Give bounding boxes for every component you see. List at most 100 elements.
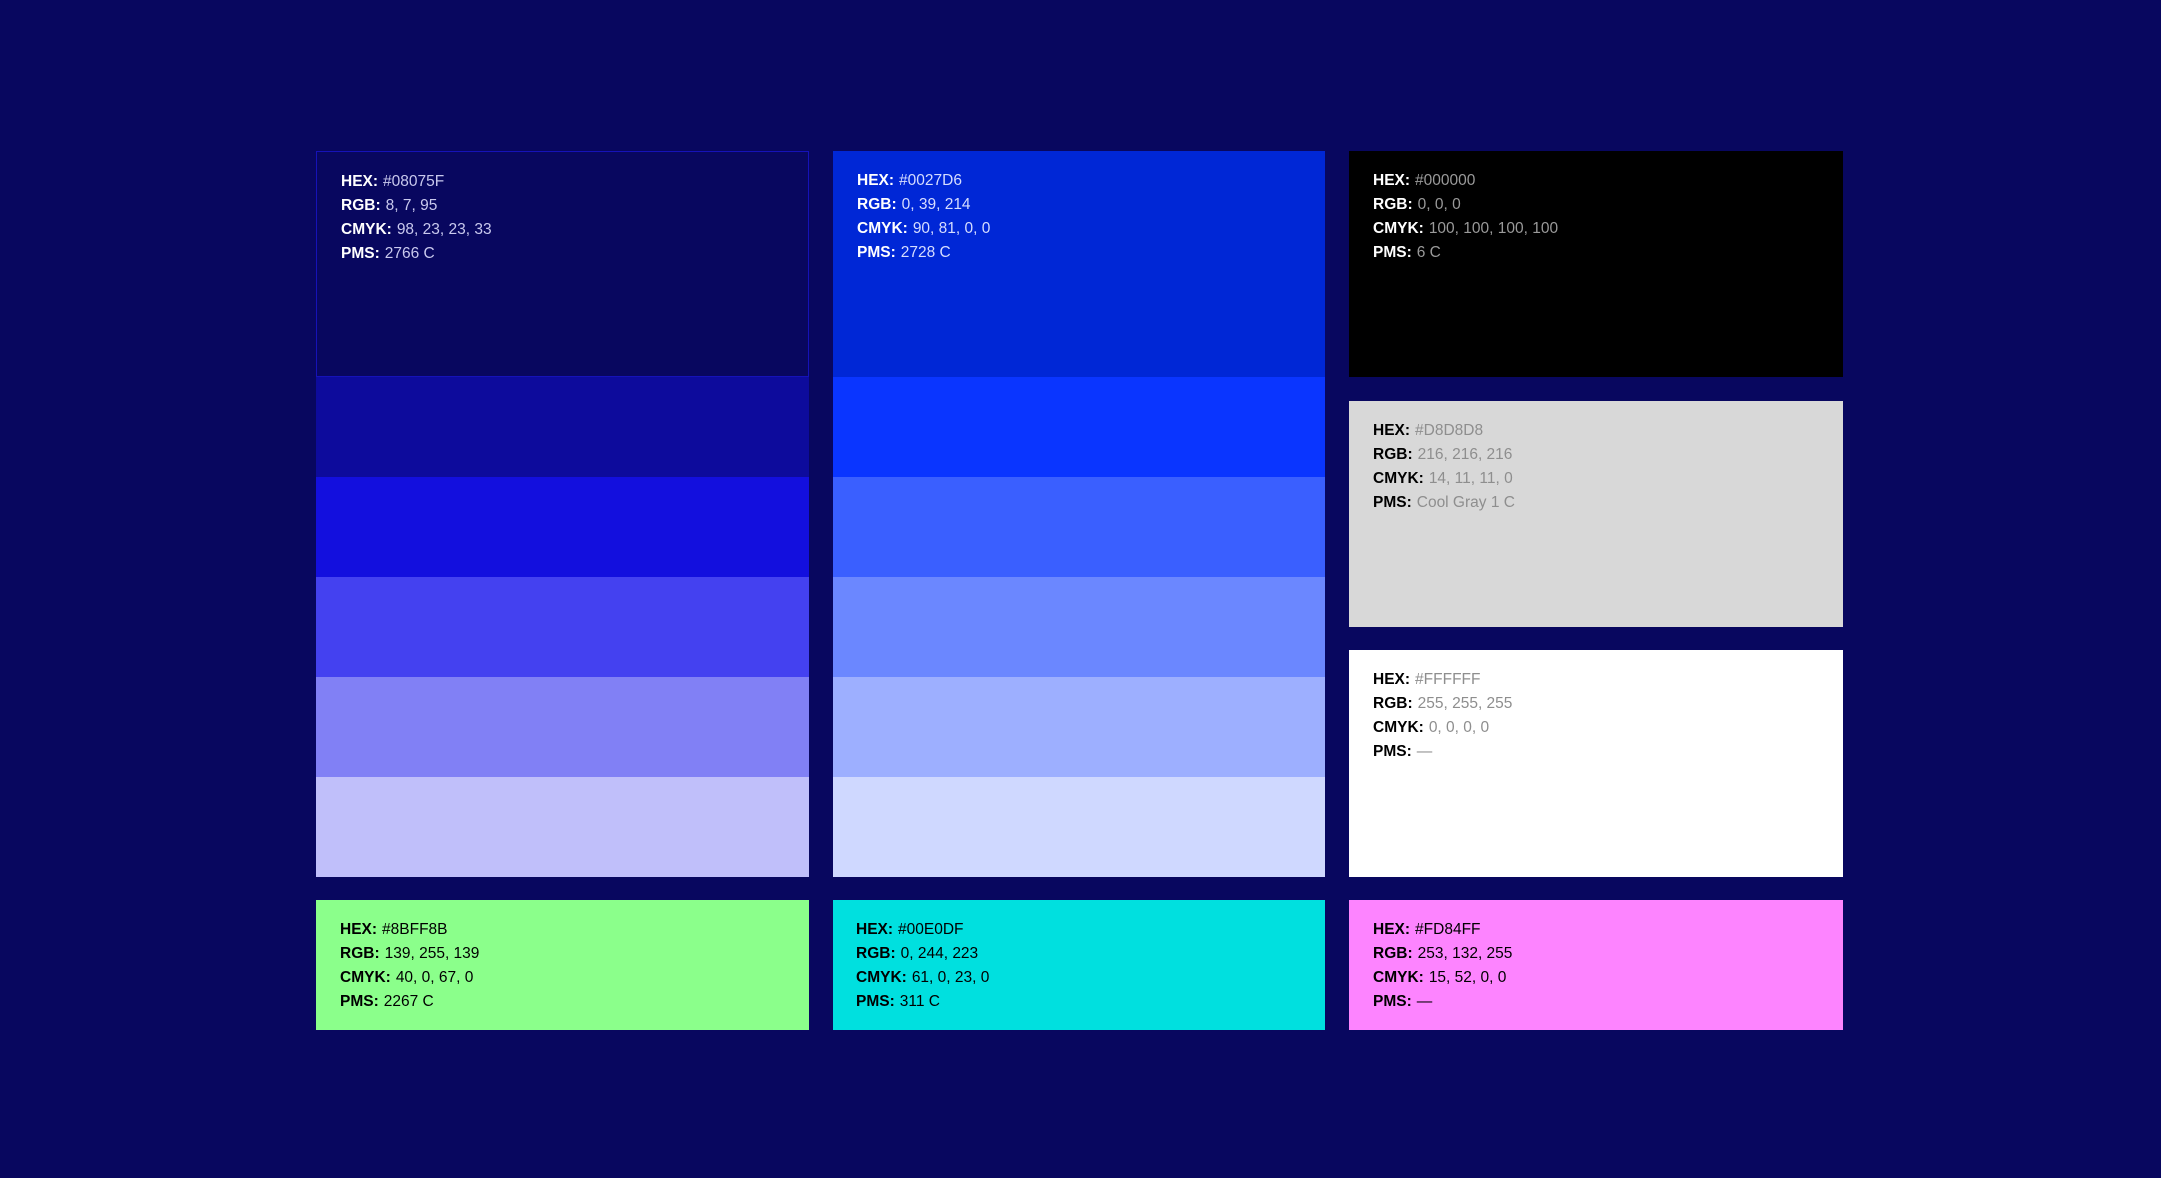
- rgb-value: 0, 39, 214: [901, 196, 971, 213]
- navy-tint-5: [316, 777, 809, 877]
- rgb-value: 8, 7, 95: [385, 197, 438, 214]
- swatch-cyan-info: HEX: #00E0DF RGB: 0, 244, 223 CMYK: 61, 0, …: [856, 918, 989, 1014]
- cmyk-value: 100, 100, 100, 100: [1428, 220, 1559, 237]
- swatch-navy-info: HEX: #08075F RGB: 8, 7, 95 CMYK: 98, 23, 23…: [341, 170, 492, 266]
- navy-tint-4: [316, 677, 809, 777]
- blue-tints: [833, 377, 1325, 877]
- blue-tint-3: [833, 577, 1325, 677]
- hex-label: HEX:: [857, 172, 895, 189]
- rgb-value: 139, 255, 139: [384, 945, 480, 962]
- cmyk-label: CMYK:: [856, 969, 907, 986]
- rgb-row: RGB: 8, 7, 95: [341, 194, 492, 218]
- swatch-black: HEX: #000000 RGB: 0, 0, 0 CMYK: 100, 100, 1…: [1349, 151, 1843, 377]
- swatch-blue-info: HEX: #0027D6 RGB: 0, 39, 214 CMYK: 90, 81, …: [857, 169, 990, 265]
- hex-label: HEX:: [1373, 422, 1411, 439]
- rgb-label: RGB:: [341, 197, 381, 214]
- pms-label: PMS:: [1373, 244, 1412, 261]
- pms-label: PMS:: [857, 244, 896, 261]
- cmyk-value: 98, 23, 23, 33: [396, 221, 492, 238]
- pms-value: 2267 C: [383, 993, 434, 1010]
- navy-tint-3: [316, 577, 809, 677]
- cmyk-row: CMYK: 61, 0, 23, 0: [856, 966, 989, 990]
- hex-value: #08075F: [383, 173, 445, 190]
- cmyk-value: 0, 0, 0, 0: [1428, 719, 1490, 736]
- hex-label: HEX:: [1373, 921, 1411, 938]
- cmyk-label: CMYK:: [1373, 220, 1424, 237]
- navy-tint-2: [316, 477, 809, 577]
- rgb-value: 0, 0, 0: [1417, 196, 1461, 213]
- swatch-black-info: HEX: #000000 RGB: 0, 0, 0 CMYK: 100, 100, 1…: [1373, 169, 1558, 265]
- pms-value: 6 C: [1416, 244, 1441, 261]
- pms-label: PMS:: [1373, 993, 1412, 1010]
- pms-row: PMS: 2728 C: [857, 241, 990, 265]
- pms-row: PMS: 2766 C: [341, 242, 492, 266]
- navy-tint-1: [316, 377, 809, 477]
- rgb-label: RGB:: [1373, 196, 1413, 213]
- pms-label: PMS:: [340, 993, 379, 1010]
- hex-row: HEX: #0027D6: [857, 169, 990, 193]
- cmyk-label: CMYK:: [341, 221, 392, 238]
- rgb-label: RGB:: [857, 196, 897, 213]
- swatch-cyan: HEX: #00E0DF RGB: 0, 244, 223 CMYK: 61, 0, …: [833, 900, 1325, 1030]
- hex-row: HEX: #FFFFFF: [1373, 668, 1512, 692]
- cmyk-label: CMYK:: [857, 220, 908, 237]
- hex-label: HEX:: [856, 921, 894, 938]
- pms-label: PMS:: [1373, 494, 1412, 511]
- swatch-green: HEX: #8BFF8B RGB: 139, 255, 139 CMYK: 40, 0…: [316, 900, 809, 1030]
- swatch-pink: HEX: #FD84FF RGB: 253, 132, 255 CMYK: 15, 5…: [1349, 900, 1843, 1030]
- rgb-value: 255, 255, 255: [1417, 695, 1513, 712]
- pms-value: —: [1416, 743, 1433, 760]
- pms-value: —: [1416, 993, 1433, 1010]
- hex-row: HEX: #000000: [1373, 169, 1558, 193]
- rgb-label: RGB:: [1373, 446, 1413, 463]
- pms-label: PMS:: [341, 245, 380, 262]
- hex-label: HEX:: [1373, 172, 1411, 189]
- pms-row: PMS: 6 C: [1373, 241, 1558, 265]
- pms-row: PMS: 311 C: [856, 990, 989, 1014]
- hex-value: #FD84FF: [1415, 921, 1481, 938]
- hex-row: HEX: #08075F: [341, 170, 492, 194]
- cmyk-value: 61, 0, 23, 0: [911, 969, 990, 986]
- pms-label: PMS:: [1373, 743, 1412, 760]
- hex-value: #D8D8D8: [1415, 422, 1484, 439]
- cmyk-label: CMYK:: [1373, 470, 1424, 487]
- hex-row: HEX: #FD84FF: [1373, 918, 1512, 942]
- hex-row: HEX: #00E0DF: [856, 918, 989, 942]
- blue-tint-4: [833, 677, 1325, 777]
- cmyk-label: CMYK:: [1373, 719, 1424, 736]
- blue-tint-1: [833, 377, 1325, 477]
- pms-row: PMS: —: [1373, 990, 1512, 1014]
- rgb-label: RGB:: [340, 945, 380, 962]
- swatch-gray: HEX: #D8D8D8 RGB: 216, 216, 216 CMYK: 14, 1…: [1349, 401, 1843, 627]
- swatch-white: HEX: #FFFFFF RGB: 255, 255, 255 CMYK: 0, 0,…: [1349, 650, 1843, 877]
- cmyk-row: CMYK: 90, 81, 0, 0: [857, 217, 990, 241]
- pms-value: 2766 C: [384, 245, 435, 262]
- swatch-blue: HEX: #0027D6 RGB: 0, 39, 214 CMYK: 90, 81, …: [833, 151, 1325, 377]
- pms-row: PMS: Cool Gray 1 C: [1373, 491, 1515, 515]
- hex-value: #000000: [1415, 172, 1476, 189]
- cmyk-row: CMYK: 40, 0, 67, 0: [340, 966, 479, 990]
- hex-label: HEX:: [1373, 671, 1411, 688]
- rgb-row: RGB: 253, 132, 255: [1373, 942, 1512, 966]
- hex-label: HEX:: [340, 921, 378, 938]
- hex-row: HEX: #8BFF8B: [340, 918, 479, 942]
- rgb-row: RGB: 139, 255, 139: [340, 942, 479, 966]
- blue-tint-2: [833, 477, 1325, 577]
- cmyk-row: CMYK: 100, 100, 100, 100: [1373, 217, 1558, 241]
- navy-tints: [316, 377, 809, 877]
- cmyk-row: CMYK: 14, 11, 11, 0: [1373, 467, 1515, 491]
- swatch-pink-info: HEX: #FD84FF RGB: 253, 132, 255 CMYK: 15, 5…: [1373, 918, 1512, 1014]
- blue-tint-5: [833, 777, 1325, 877]
- pms-row: PMS: —: [1373, 740, 1512, 764]
- swatch-gray-info: HEX: #D8D8D8 RGB: 216, 216, 216 CMYK: 14, 1…: [1373, 419, 1515, 515]
- pms-row: PMS: 2267 C: [340, 990, 479, 1014]
- pms-label: PMS:: [856, 993, 895, 1010]
- cmyk-row: CMYK: 0, 0, 0, 0: [1373, 716, 1512, 740]
- swatch-green-info: HEX: #8BFF8B RGB: 139, 255, 139 CMYK: 40, 0…: [340, 918, 479, 1014]
- rgb-label: RGB:: [1373, 695, 1413, 712]
- swatch-white-info: HEX: #FFFFFF RGB: 255, 255, 255 CMYK: 0, 0,…: [1373, 668, 1512, 764]
- hex-value: #00E0DF: [898, 921, 964, 938]
- rgb-label: RGB:: [1373, 945, 1413, 962]
- hex-value: #0027D6: [899, 172, 962, 189]
- cmyk-row: CMYK: 98, 23, 23, 33: [341, 218, 492, 242]
